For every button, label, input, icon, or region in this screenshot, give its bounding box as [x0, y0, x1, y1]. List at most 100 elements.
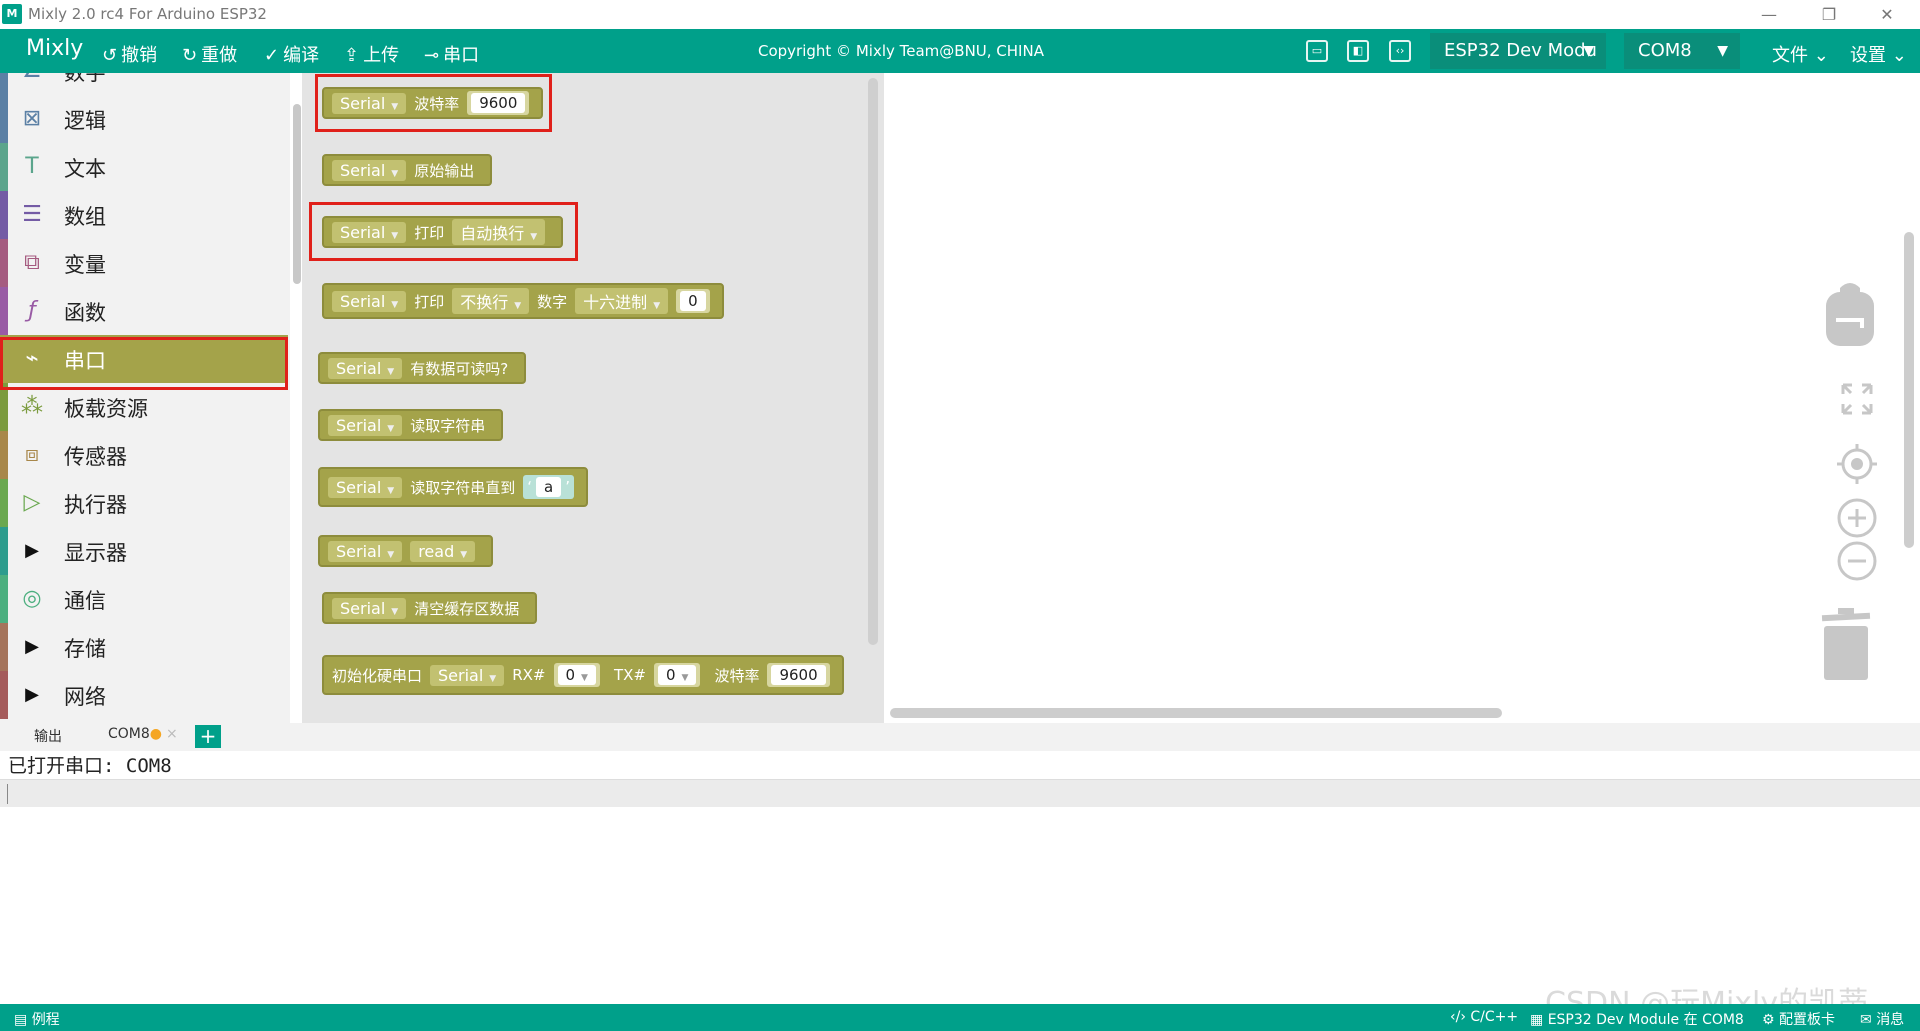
file-menu[interactable]: 文件 ⌄: [1772, 41, 1829, 67]
serial-input-field[interactable]: [0, 779, 1920, 807]
block-label: 初始化硬串口: [332, 666, 423, 685]
serial-dropdown[interactable]: Serial ▼: [430, 664, 505, 686]
category-network[interactable]: ▶ 网络: [0, 671, 288, 719]
category-communication[interactable]: ◎ 通信: [0, 575, 288, 623]
zoom-in-icon[interactable]: [1836, 497, 1878, 539]
serial-dropdown[interactable]: Serial ▼: [332, 159, 407, 181]
category-board-resources[interactable]: ⁂ 板载资源: [0, 383, 288, 431]
workspace-horizontal-scrollbar[interactable]: [890, 708, 1502, 718]
messages-button[interactable]: ✉ 消息: [1860, 1009, 1904, 1029]
code-view-icon[interactable]: ‹›: [1389, 40, 1411, 62]
highlight-box: [0, 337, 288, 390]
category-label: 文本: [64, 157, 106, 181]
serial-read-until-block[interactable]: Serial ▼ 读取字符串直到 ‘a’: [318, 467, 588, 507]
close-button[interactable]: ✕: [1858, 0, 1916, 29]
maximize-button[interactable]: ❐: [1800, 0, 1858, 29]
minimize-button[interactable]: —: [1740, 0, 1798, 29]
serial-dropdown[interactable]: Serial ▼: [328, 476, 403, 498]
trash-icon[interactable]: [1818, 608, 1874, 682]
category-sensors[interactable]: ⧈ 传感器: [0, 431, 288, 479]
newline-mode-dropdown[interactable]: 不换行 ▼: [452, 288, 530, 314]
recenter-icon[interactable]: [1835, 442, 1879, 486]
fullscreen-icon[interactable]: [1840, 382, 1874, 416]
category-label: 函数: [64, 301, 106, 325]
compile-button[interactable]: ✓ 编译: [264, 41, 319, 67]
tab-output[interactable]: 输出: [34, 726, 62, 746]
sidebar-scrollbar[interactable]: [293, 104, 301, 284]
category-label: 显示器: [64, 541, 127, 565]
tab-com8[interactable]: COM8● ×: [108, 726, 178, 742]
baud-value-field[interactable]: 9600: [771, 665, 826, 685]
serial-available-block[interactable]: Serial ▼ 有数据可读吗?: [318, 352, 527, 384]
language-indicator[interactable]: ‹/› C/C++: [1450, 1009, 1518, 1025]
category-actuators[interactable]: ▷ 执行器: [0, 479, 288, 527]
brand-name: Mixly: [26, 36, 84, 61]
messages-label: 消息: [1876, 1012, 1905, 1028]
category-display[interactable]: ▶ 显示器: [0, 527, 288, 575]
close-icon[interactable]: ×: [166, 726, 178, 742]
tx-pin-dropdown[interactable]: 0 ▼: [657, 665, 697, 685]
dropdown-caret-icon: ▼: [681, 673, 689, 683]
quote-open-icon: ‘: [527, 478, 532, 496]
board-select[interactable]: ESP32 Dev Modu ▼: [1430, 33, 1606, 69]
flyout-scrollbar[interactable]: [868, 78, 878, 645]
category-functions[interactable]: ƒ 函数: [0, 287, 288, 335]
highlight-box: [315, 74, 552, 132]
upload-button[interactable]: ⇪ 上传: [344, 41, 399, 67]
category-color-stripe: [0, 527, 8, 575]
settings-menu[interactable]: 设置 ⌄: [1850, 41, 1907, 67]
category-variables[interactable]: ⧉ 变量: [0, 239, 288, 287]
number-format-dropdown[interactable]: 十六进制 ▼: [575, 288, 669, 314]
serial-write-block[interactable]: Serial ▼ 原始输出: [322, 154, 493, 186]
category-storage[interactable]: ▶ 存储: [0, 623, 288, 671]
serial-dropdown[interactable]: Serial ▼: [328, 357, 403, 379]
backpack-icon[interactable]: [1822, 278, 1878, 348]
usb-icon: ⊸: [424, 45, 440, 66]
blocks-view-icon[interactable]: ▭: [1306, 40, 1328, 62]
block-label: 清空缓存区数据: [414, 599, 520, 618]
undo-icon: ↺: [102, 45, 118, 66]
block-label: 波特率: [714, 666, 760, 685]
board-config-button[interactable]: ⚙ 配置板卡: [1762, 1009, 1835, 1029]
settings-menu-label: 设置: [1850, 45, 1886, 66]
serial-dropdown[interactable]: Serial ▼: [332, 290, 407, 312]
examples-button[interactable]: ▤ 例程: [14, 1009, 60, 1029]
serial-button[interactable]: ⊸ 串口: [424, 41, 479, 67]
chevron-down-icon: ▼: [1717, 43, 1728, 59]
dropdown-caret-icon: ▼: [489, 673, 497, 684]
char-value-field[interactable]: a: [536, 477, 562, 497]
serial-init-hardware-block[interactable]: 初始化硬串口 Serial ▼ RX# 0 ▼ TX# 0 ▼ 波特率 9600: [322, 655, 844, 695]
category-math[interactable]: ∠ 数字: [0, 73, 288, 95]
workspace-vertical-scrollbar[interactable]: [1904, 232, 1914, 548]
block-label: 有数据可读吗?: [410, 359, 509, 378]
serial-read-block[interactable]: Serial ▼ read ▼: [318, 535, 494, 567]
number-value-field[interactable]: 0: [680, 291, 706, 311]
category-array[interactable]: ☰ 数组: [0, 191, 288, 239]
serial-dropdown[interactable]: Serial ▼: [328, 540, 403, 562]
zoom-out-icon[interactable]: [1836, 540, 1878, 582]
block-label: 原始输出: [414, 161, 475, 180]
app-toolbar: Mixly ↺ 撤销 ↻ 重做 ✓ 编译 ⇪ 上传 ⊸ 串口 Copyright © Mi…: [0, 29, 1920, 73]
block-workspace[interactable]: [884, 73, 1920, 723]
serial-dropdown[interactable]: Serial ▼: [332, 597, 407, 619]
split-view-icon[interactable]: ◧: [1347, 40, 1369, 62]
dropdown-value: Serial: [438, 665, 484, 685]
serial-flush-block[interactable]: Serial ▼ 清空缓存区数据: [322, 592, 538, 624]
dropdown-caret-icon: ▼: [514, 301, 522, 311]
category-text[interactable]: T 文本: [0, 143, 288, 191]
board-status[interactable]: ▦ ESP32 Dev Module 在 COM8: [1530, 1009, 1744, 1029]
dropdown-value: Serial: [336, 477, 382, 497]
serial-print-number-block[interactable]: Serial ▼ 打印 不换行 ▼ 数字 十六进制 ▼ 0: [322, 283, 724, 319]
undo-button[interactable]: ↺ 撤销: [102, 41, 157, 67]
board-icon: ⁂: [21, 394, 43, 419]
read-mode-dropdown[interactable]: read ▼: [410, 540, 476, 562]
redo-button[interactable]: ↻ 重做: [182, 41, 237, 67]
rx-pin-dropdown[interactable]: 0 ▼: [557, 665, 596, 685]
port-select[interactable]: COM8 ▼: [1624, 33, 1740, 69]
category-color-stripe: [0, 287, 8, 335]
serial-dropdown[interactable]: Serial ▼: [328, 414, 403, 436]
serial-read-string-block[interactable]: Serial ▼ 读取字符串: [318, 409, 504, 441]
category-logic[interactable]: ⊠ 逻辑: [0, 95, 288, 143]
category-label: 传感器: [64, 445, 127, 469]
add-tab-button[interactable]: +: [195, 725, 221, 748]
